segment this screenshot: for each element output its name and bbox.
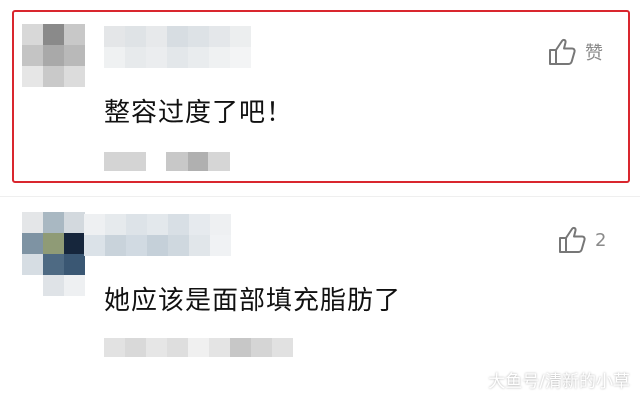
avatar[interactable]	[22, 24, 85, 87]
like-button[interactable]: 赞	[547, 38, 603, 66]
comment-meta-blurred	[104, 152, 230, 171]
thumbs-up-icon	[559, 226, 586, 253]
username-blurred-2	[104, 47, 251, 68]
username-blurred[interactable]	[84, 214, 231, 235]
thumbs-up-icon	[549, 38, 576, 65]
comment-text: 她应该是面部填充脂肪了	[104, 286, 402, 316]
like-button[interactable]: 2	[557, 226, 606, 254]
username-blurred-2	[84, 235, 231, 256]
watermark: 大鱼号/清新的小草	[488, 372, 630, 392]
comment-text: 整容过度了吧！	[104, 98, 294, 128]
comment-meta-blurred	[104, 338, 293, 357]
comment-item-1: 赞 整容过度了吧！	[0, 0, 640, 196]
like-label: 赞	[585, 43, 603, 64]
like-count: 2	[595, 229, 607, 251]
username-blurred[interactable]	[104, 26, 251, 47]
avatar-blur-tail	[43, 275, 85, 296]
avatar[interactable]	[22, 212, 85, 275]
